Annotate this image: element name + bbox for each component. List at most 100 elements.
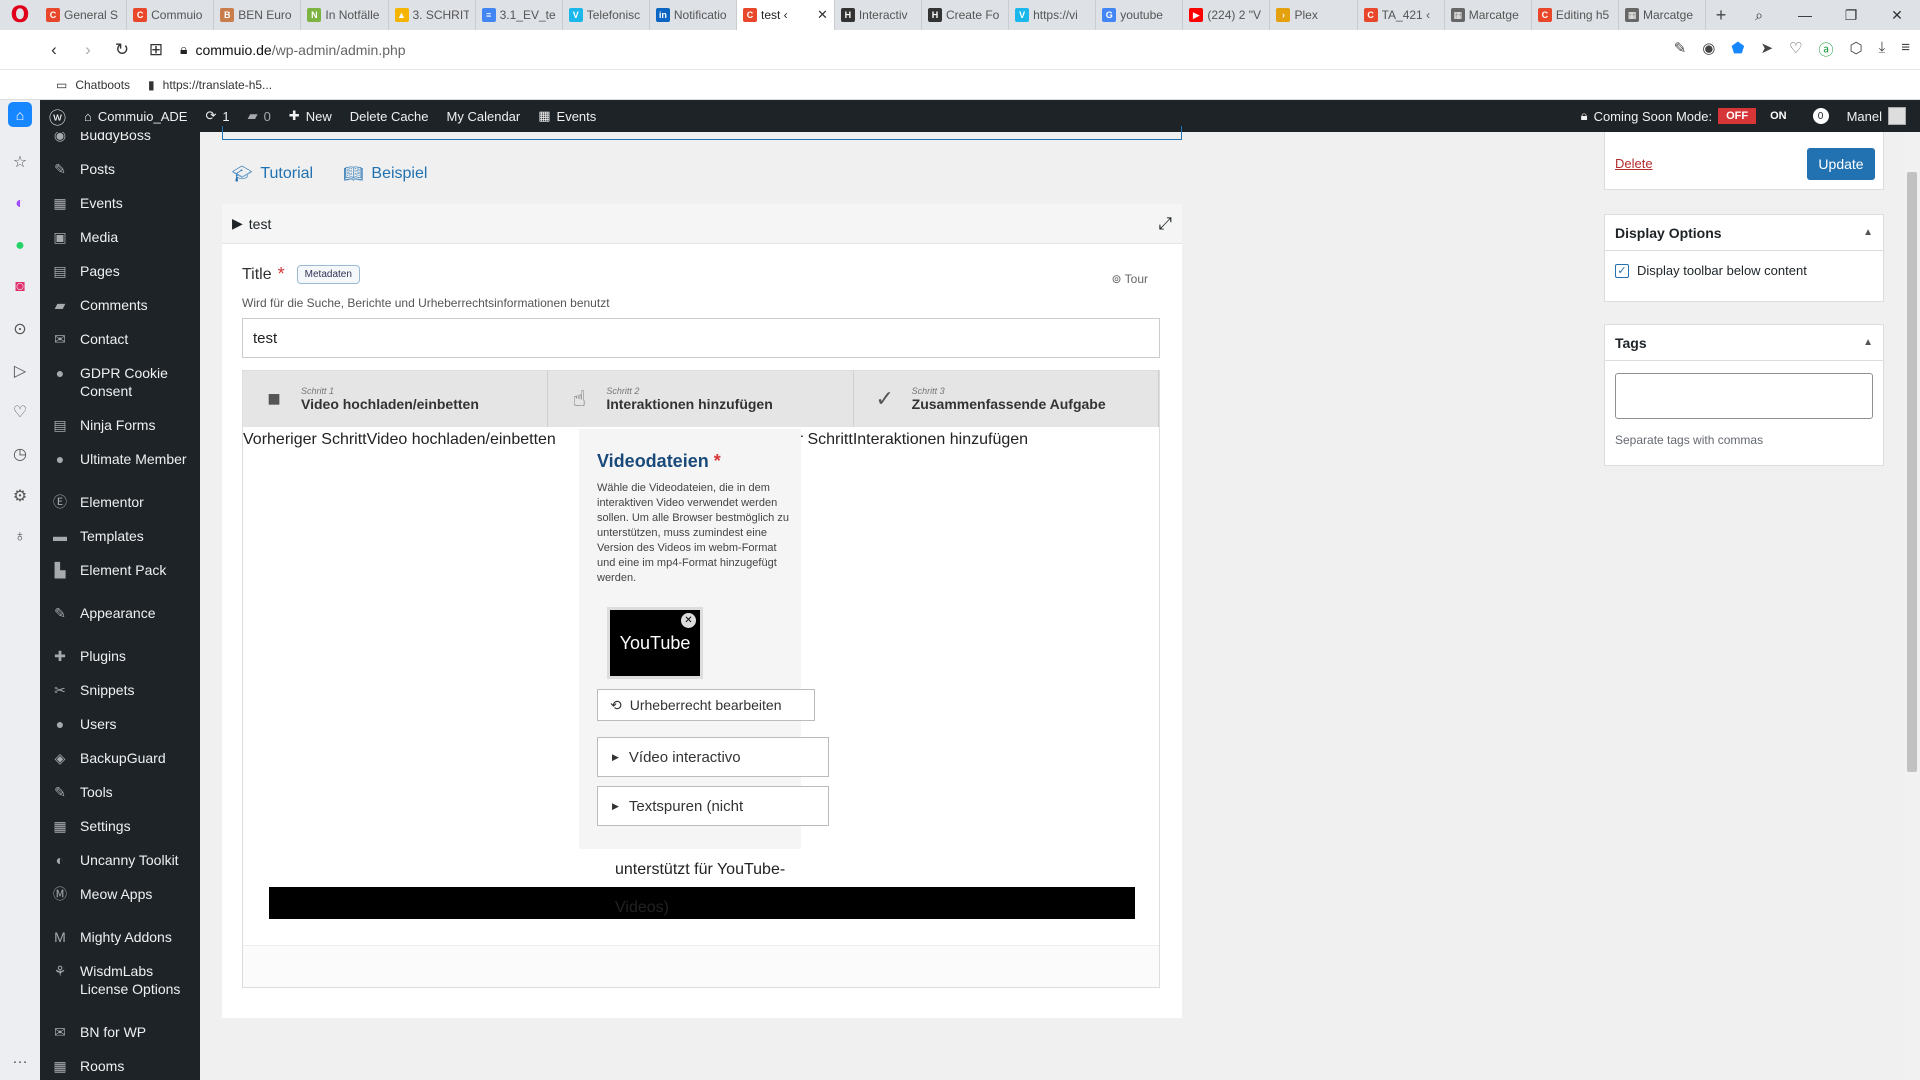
sidebar-item-ninja-forms[interactable]: ▤ Ninja Forms	[40, 408, 200, 442]
user-account-link[interactable]: Manel	[1838, 100, 1920, 132]
browser-tab[interactable]: ▶ (224) 2 "V	[1183, 0, 1271, 30]
browser-tab[interactable]: ▦ Marcatge	[1445, 0, 1532, 30]
fullscreen-icon[interactable]: ⤢	[1158, 214, 1172, 234]
sidebar-item-media[interactable]: ▣ Media	[40, 220, 200, 254]
star-icon[interactable]: ☆	[0, 141, 40, 183]
browser-tab[interactable]: H Interactiv	[835, 0, 922, 30]
text-tracks-group[interactable]: ▶ Textspuren (nicht	[597, 786, 829, 826]
bookmark-chatboots[interactable]: ▭ Chatboots	[56, 78, 130, 92]
sidebar-item-pages[interactable]: ▤ Pages	[40, 254, 200, 288]
sidebar-item-gdpr-cookie-consent[interactable]: ● GDPR Cookie Consent	[40, 356, 200, 408]
checkbox-checked-icon[interactable]: ✓	[1615, 263, 1629, 278]
sidebar-item-element-pack[interactable]: ▙ Element Pack	[40, 553, 200, 587]
browser-tab[interactable]: ▦ Marcatge	[1619, 0, 1706, 30]
more-icon[interactable]: …	[0, 1038, 40, 1080]
sidebar-item-users[interactable]: ● Users	[40, 707, 200, 741]
remove-icon[interactable]: ✕	[681, 613, 696, 628]
heart-panel-icon[interactable]: ♡	[0, 392, 40, 434]
wordpress-logo-icon[interactable]: ⓦ	[40, 100, 75, 132]
tour-link[interactable]: ⊚ Tour	[1111, 272, 1148, 286]
sidebar-item-uncanny-toolkit[interactable]: ◐ Uncanny Toolkit	[40, 843, 200, 877]
send-panel-icon[interactable]: ▷	[0, 350, 40, 392]
sidebar-item-contact[interactable]: ✉ Contact	[40, 322, 200, 356]
browser-tab[interactable]: ≡ 3.1_EV_tel	[476, 0, 563, 30]
browser-tab[interactable]: Gyoutube	[1096, 0, 1184, 30]
browser-tab[interactable]: ▲ 3. SCHRIT	[389, 0, 476, 30]
wallet-icon[interactable]: ⓐ	[1818, 39, 1833, 60]
history-icon[interactable]: ◷	[0, 433, 40, 475]
sidebar-item-elementor[interactable]: Ⓔ Elementor	[40, 485, 200, 519]
sidebar-item-backupguard[interactable]: ◈ BackupGuard	[40, 741, 200, 775]
browser-tab[interactable]: C Commuio	[127, 0, 215, 30]
browser-tab[interactable]: C Editing h5	[1532, 0, 1619, 30]
new-tab-button[interactable]: +	[1706, 5, 1736, 26]
lightbulb-icon[interactable]: ♁	[0, 517, 40, 559]
on-badge[interactable]: ON	[1762, 110, 1795, 122]
browser-tab[interactable]: in Notificatio	[650, 0, 737, 30]
minimize-button[interactable]: —	[1782, 7, 1828, 23]
messenger-icon[interactable]: ◐	[0, 183, 40, 225]
update-button[interactable]: Update	[1807, 148, 1875, 180]
wizard-step-1[interactable]: ■ Schritt 1 Video hochladen/einbetten	[243, 371, 549, 427]
sidebar-item-rooms[interactable]: ▦ Rooms	[40, 1049, 200, 1080]
sidebar-item-wisdmlabs-license-options[interactable]: ⚘ WisdmLabs License Options	[40, 954, 200, 1006]
search-tabs-icon[interactable]: ⌕	[1736, 7, 1782, 24]
tags-input[interactable]	[1615, 373, 1873, 419]
tags-header[interactable]: Tags ▲	[1605, 325, 1883, 361]
menu-icon[interactable]: ≡	[1901, 39, 1910, 60]
heart-icon[interactable]: ♡	[1789, 39, 1802, 60]
coming-soon-toggle[interactable]: 🔒︎ Coming Soon Mode: OFF ON	[1572, 100, 1804, 132]
bookmark-translate[interactable]: ▮ https://translate-h5...	[148, 78, 272, 92]
cube-icon[interactable]: ⬡	[1849, 39, 1862, 60]
page-scrollbar[interactable]	[1904, 132, 1920, 1080]
maximize-button[interactable]: ❐	[1828, 7, 1874, 24]
display-toolbar-option[interactable]: ✓ Display toolbar below content	[1605, 251, 1883, 290]
sidebar-item-templates[interactable]: ▬ Templates	[40, 519, 200, 553]
notifications-badge[interactable]: 0	[1804, 100, 1838, 132]
forward-button[interactable]: ›	[78, 40, 98, 60]
collapse-icon[interactable]: ▲	[1863, 337, 1873, 348]
wizard-step-2[interactable]: ☝ Schritt 2 Interaktionen hinzufügen	[548, 371, 854, 427]
collapse-icon[interactable]: ▲	[1863, 227, 1873, 238]
wizard-step-3[interactable]: ✓ Schritt 3 Zusammenfassende Aufgabe	[854, 371, 1159, 427]
sidebar-item-buddyboss[interactable]: ◉ BuddyBoss	[40, 132, 200, 152]
sidebar-item-tools[interactable]: ✎ Tools	[40, 775, 200, 809]
sidebar-item-settings[interactable]: ▦ Settings	[40, 809, 200, 843]
edit-copyright-button[interactable]: ⟲ Urheberrecht bearbeiten	[597, 689, 815, 721]
home-icon[interactable]: ⌂	[8, 102, 32, 128]
url-field[interactable]: 🔒︎ commuio.de/wp-admin/admin.php	[180, 41, 1660, 58]
speed-dial-icon[interactable]: ⊞	[146, 40, 166, 60]
sidebar-item-ultimate-member[interactable]: ● Ultimate Member	[40, 442, 200, 476]
interactive-video-group[interactable]: ▶ Vídeo interactivo	[597, 737, 829, 777]
send-icon[interactable]: ➤	[1760, 39, 1773, 60]
close-tab-icon[interactable]: ✕	[817, 7, 828, 23]
browser-tab[interactable]: Vhttps://vi	[1009, 0, 1097, 30]
download-icon[interactable]: ⤓	[1879, 39, 1886, 60]
browser-tab[interactable]: B BEN Euro	[214, 0, 302, 30]
metadata-button[interactable]: Metadaten	[296, 265, 360, 284]
sidebar-item-bn-for-wp[interactable]: ✉ BN for WP	[40, 1015, 200, 1049]
sidebar-item-plugins[interactable]: ✚ Plugins	[40, 639, 200, 673]
off-badge[interactable]: OFF	[1718, 108, 1757, 124]
delete-link[interactable]: Delete	[1615, 156, 1653, 171]
browser-tab[interactable]: N In Notfälle	[301, 0, 389, 30]
sidebar-item-posts[interactable]: ✎ Posts	[40, 152, 200, 186]
shield-icon[interactable]: ⬟	[1731, 39, 1744, 60]
close-window-button[interactable]: ✕	[1874, 7, 1920, 24]
sidebar-item-events[interactable]: ▦ Events	[40, 186, 200, 220]
edit-icon[interactable]: ✎	[1674, 39, 1687, 60]
back-button[interactable]: ‹	[44, 40, 64, 60]
browser-tab[interactable]: Ctest ‹ ✕	[737, 0, 835, 30]
browser-tab[interactable]: H Create Fo	[922, 0, 1010, 30]
example-link[interactable]: 📖︎ Beispiel	[343, 164, 427, 184]
reload-button[interactable]: ↻	[112, 40, 132, 60]
title-input[interactable]: test	[242, 318, 1160, 358]
sidebar-item-snippets[interactable]: ✂ Snippets	[40, 673, 200, 707]
settings-panel-icon[interactable]: ⚙	[0, 475, 40, 517]
browser-tab[interactable]: C TA_421 ‹	[1358, 0, 1445, 30]
instagram-icon[interactable]: ◙	[0, 266, 40, 308]
player-icon[interactable]: ⊙	[0, 308, 40, 350]
site-name-link[interactable]: ⌂ Commuio_ADE	[75, 100, 196, 132]
previous-step-button[interactable]: Vorheriger SchrittVideo hochladen/einbet…	[243, 431, 556, 449]
display-options-header[interactable]: Display Options ▲	[1605, 215, 1883, 251]
